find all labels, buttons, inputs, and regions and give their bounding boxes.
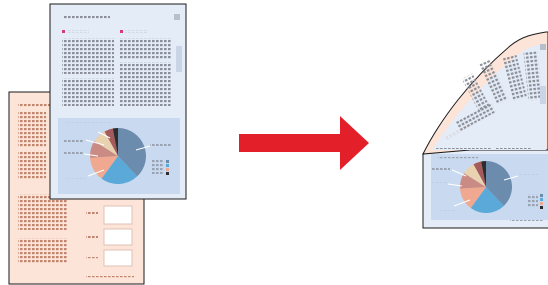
bullet-marker [120,30,123,33]
page-corner-icon [174,14,180,20]
duplex-print-illustration [0,0,548,285]
bullet-marker [62,30,65,33]
direction-arrow-icon [239,116,369,170]
folded-result-sheet [422,31,548,229]
